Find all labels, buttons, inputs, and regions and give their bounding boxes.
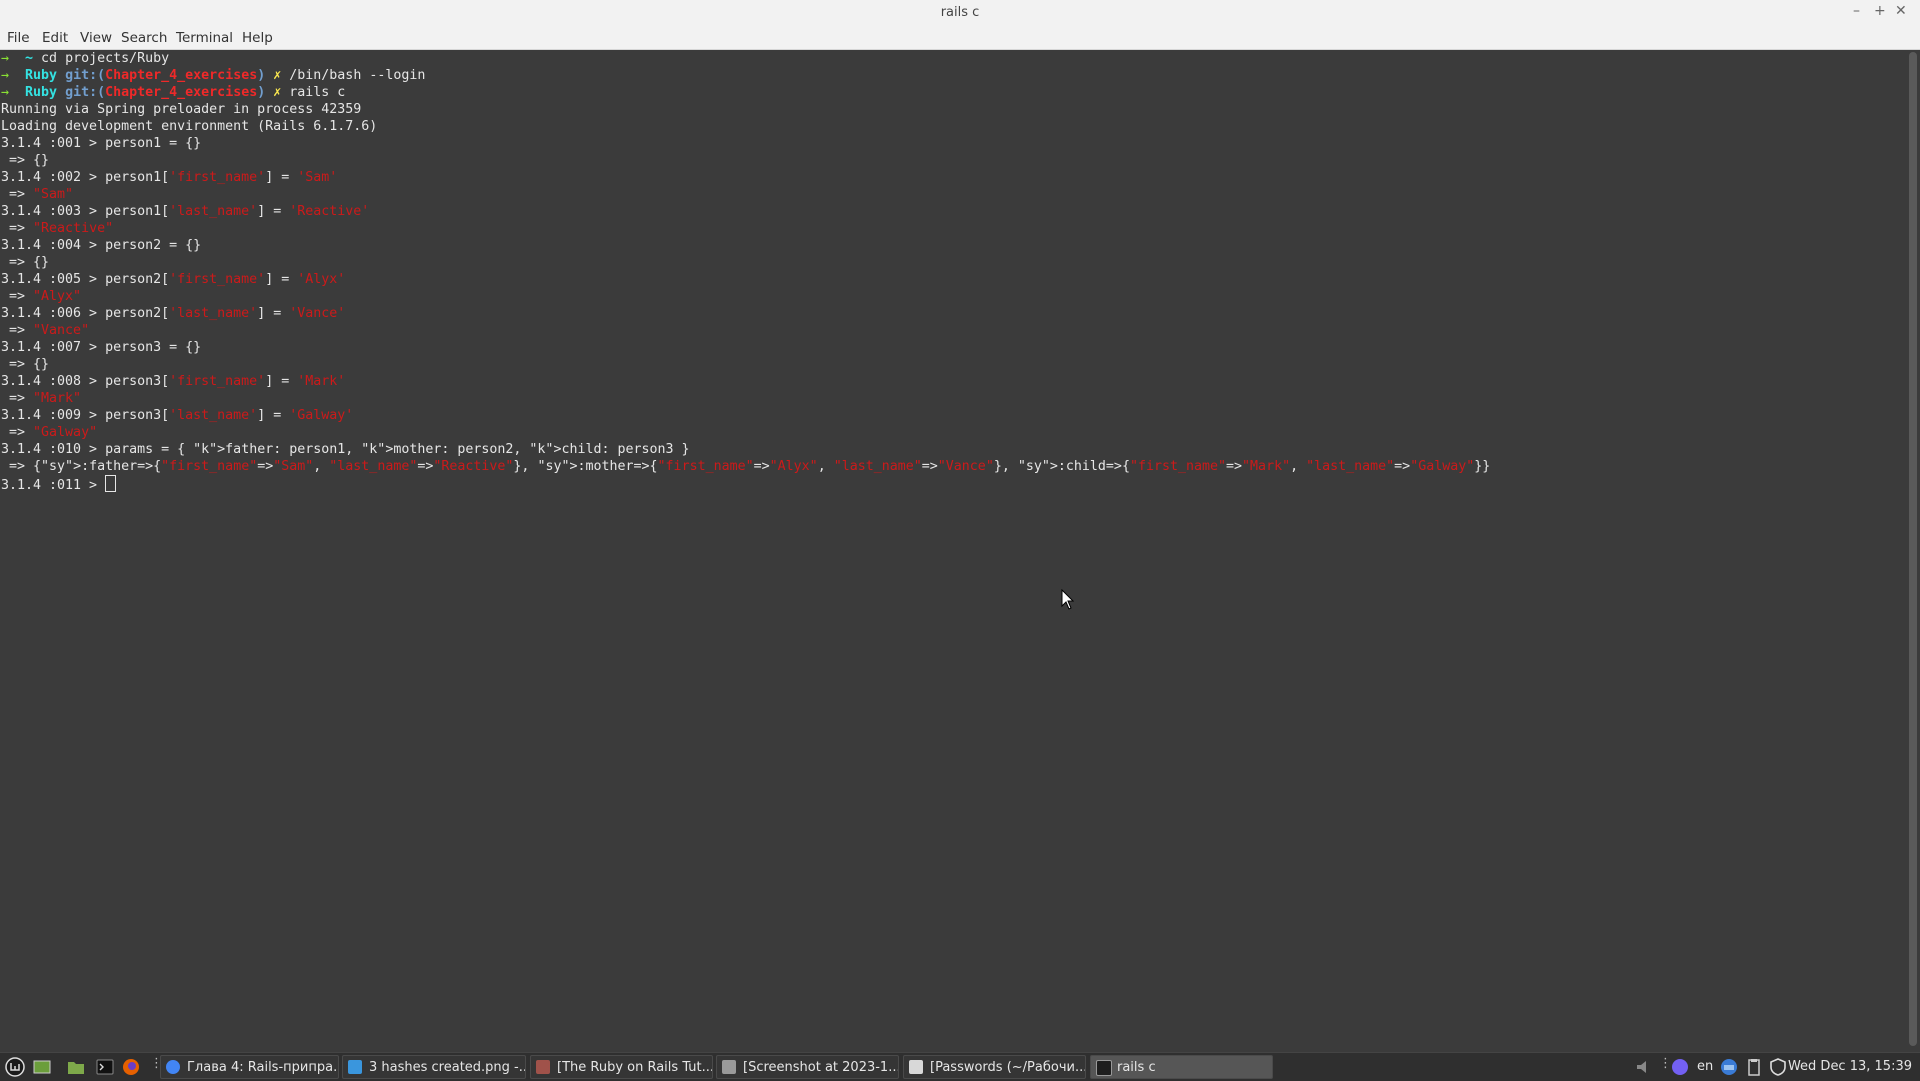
terminal-line: => "Reactive": [1, 221, 114, 236]
keyboard-layout[interactable]: en: [1697, 1059, 1713, 1074]
terminal-cursor: [105, 475, 117, 492]
chrome-icon: [166, 1060, 180, 1074]
terminal-line: → ~ cd projects/Ruby: [1, 51, 170, 66]
terminal-line: 3.1.4 :009 > person3['last_name'] = 'Gal…: [1, 408, 354, 423]
menu-view[interactable]: View: [80, 30, 112, 46]
vscode-icon: [348, 1060, 362, 1074]
window-title: rails c: [940, 5, 980, 20]
text-editor-icon: [909, 1060, 923, 1074]
clock[interactable]: Wed Dec 13, 15:39: [1788, 1059, 1912, 1074]
terminal-line: 3.1.4 :011 >: [1, 478, 106, 493]
task-label: Глава 4: Rails-припра...: [187, 1060, 339, 1075]
task-rails-c[interactable]: rails c: [1090, 1055, 1273, 1079]
terminal-line: → Ruby git:(Chapter_4_exercises) ✗ /bin/…: [1, 68, 426, 83]
network-icon[interactable]: [1719, 1057, 1739, 1077]
menu-edit[interactable]: Edit: [42, 30, 68, 46]
task-label: 3 hashes created.png -...: [369, 1060, 526, 1075]
mint-menu-icon[interactable]: [5, 1057, 25, 1077]
terminal-line: Loading development environment (Rails 6…: [1, 119, 378, 134]
maximize-button[interactable]: +: [1874, 3, 1886, 19]
terminal-line: => {}: [1, 153, 50, 168]
shield-icon[interactable]: [1768, 1057, 1788, 1077]
firefox-icon[interactable]: [121, 1057, 141, 1077]
terminal-icon: [1096, 1060, 1112, 1076]
menu-search[interactable]: Search: [121, 30, 167, 46]
viber-icon[interactable]: [1670, 1057, 1690, 1077]
terminal-line: 3.1.4 :006 > person2['last_name'] = 'Van…: [1, 306, 346, 321]
terminal-line: 3.1.4 :001 > person1 = {}: [1, 136, 202, 151]
terminal-line: 3.1.4 :008 > person3['first_name'] = 'Ma…: [1, 374, 346, 389]
scrollbar[interactable]: [1906, 50, 1920, 1050]
show-desktop-icon[interactable]: [32, 1057, 52, 1077]
terminal-line: => "Sam": [1, 187, 74, 202]
image-viewer-icon: [722, 1060, 736, 1074]
task-label: rails c: [1117, 1060, 1156, 1075]
menu-help[interactable]: Help: [242, 30, 273, 46]
volume-icon[interactable]: [1634, 1057, 1654, 1077]
taskbar: ⋮ Глава 4: Rails-припра... 3 hashes crea…: [0, 1052, 1920, 1081]
clipboard-icon[interactable]: [1744, 1057, 1764, 1077]
menu-file[interactable]: File: [7, 30, 30, 46]
terminal-area[interactable]: → ~ cd projects/Ruby → Ruby git:(Chapter…: [0, 50, 1906, 1050]
files-icon[interactable]: [66, 1057, 86, 1077]
terminal-line: → Ruby git:(Chapter_4_exercises) ✗ rails…: [1, 85, 346, 100]
mouse-pointer-icon: [1061, 589, 1075, 610]
close-button[interactable]: ✕: [1895, 3, 1907, 19]
terminal-line: 3.1.4 :004 > person2 = {}: [1, 238, 202, 253]
task-label: [The Ruby on Rails Tut...: [557, 1060, 713, 1075]
terminal-line: 3.1.4 :002 > person1['first_name'] = 'Sa…: [1, 170, 338, 185]
minimize-button[interactable]: –: [1853, 3, 1860, 19]
terminal-line: => {}: [1, 357, 50, 372]
terminal-line: => "Mark": [1, 391, 82, 406]
terminal-line: 3.1.4 :003 > person1['last_name'] = 'Rea…: [1, 204, 370, 219]
terminal-line: Running via Spring preloader in process …: [1, 102, 362, 117]
task-label: [Screenshot at 2023-1...: [743, 1060, 899, 1075]
menu-terminal[interactable]: Terminal: [176, 30, 233, 46]
terminal-line: => "Galway": [1, 425, 98, 440]
task-label: [Passwords (~/Рабочи...: [930, 1060, 1086, 1075]
terminal-line: => "Alyx": [1, 289, 82, 304]
task-screenshot[interactable]: [Screenshot at 2023-1...: [716, 1055, 899, 1079]
window-titlebar[interactable]: rails c – + ✕: [0, 0, 1920, 26]
task-chrome[interactable]: Глава 4: Rails-припра...: [160, 1055, 339, 1079]
terminal-output: → ~ cd projects/Ruby → Ruby git:(Chapter…: [1, 51, 1491, 493]
book-icon: [536, 1060, 550, 1074]
terminal-line: => {}: [1, 255, 50, 270]
task-passwords[interactable]: [Passwords (~/Рабочи...: [903, 1055, 1086, 1079]
task-ruby-tutorial[interactable]: [The Ruby on Rails Tut...: [530, 1055, 713, 1079]
terminal-line: 3.1.4 :010 > params = { "k">father:: [1, 442, 282, 457]
terminal-launcher-icon[interactable]: [95, 1057, 115, 1077]
menu-bar: File Edit View Search Terminal Help: [0, 26, 1920, 50]
terminal-line: 3.1.4 :005 > person2['first_name'] = 'Al…: [1, 272, 346, 287]
terminal-line: 3.1.4 :007 > person3 = {}: [1, 340, 202, 355]
terminal-line: => {"sy">:father: [1, 459, 138, 474]
scrollbar-thumb[interactable]: [1909, 52, 1917, 1046]
task-vscode[interactable]: 3 hashes created.png -...: [342, 1055, 526, 1079]
terminal-line: => "Vance": [1, 323, 90, 338]
